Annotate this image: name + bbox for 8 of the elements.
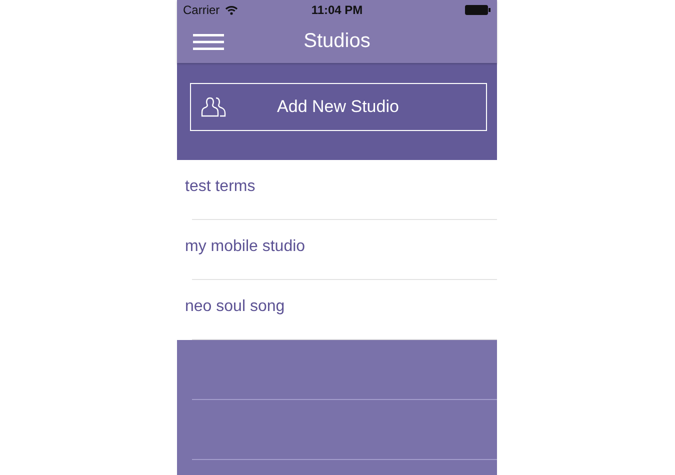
people-icon (200, 96, 226, 118)
menu-icon[interactable] (193, 34, 224, 50)
wifi-icon (224, 5, 238, 15)
screen-title: Studios (304, 30, 370, 53)
battery-icon (465, 5, 491, 15)
carrier-name: Carrier (183, 3, 220, 17)
add-studio-button[interactable]: Add New Studio (190, 83, 486, 131)
status-time: 11:04 PM (311, 3, 363, 17)
